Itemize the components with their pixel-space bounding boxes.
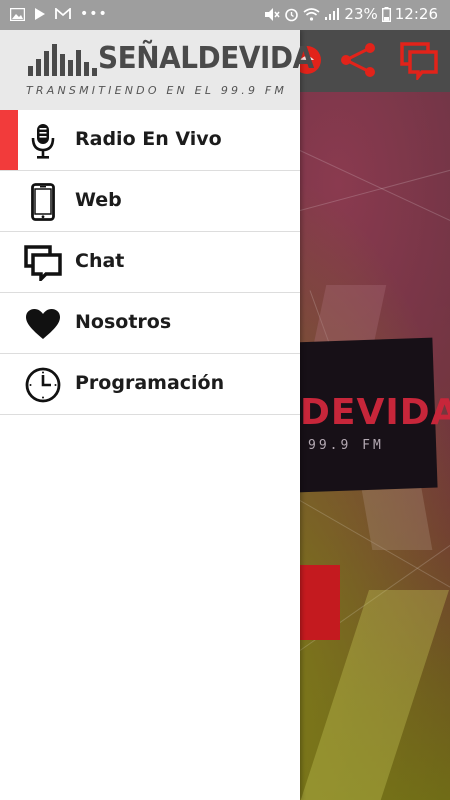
image-notification-icon (10, 7, 25, 21)
brand-tagline: TRANSMITIENDO EN EL 99.9 FM (26, 84, 288, 97)
menu-item-nosotros[interactable]: Nosotros (0, 293, 300, 354)
chat-icon[interactable] (400, 40, 440, 80)
alarm-icon (285, 8, 299, 21)
drawer-header: SEÑALDEVIDA TRANSMITIENDO EN EL 99.9 FM (0, 30, 314, 110)
play-notification-icon (35, 8, 45, 20)
menu-label: Radio En Vivo (75, 128, 222, 150)
clock-icon (24, 366, 62, 404)
signal-icon (325, 8, 340, 20)
share-icon[interactable] (338, 40, 378, 80)
brand-equalizer-logo (28, 44, 97, 76)
menu-label: Nosotros (75, 311, 172, 333)
status-bar: ••• 23% 12:26 (0, 0, 450, 30)
background-logo-subtitle: 99.9 FM (308, 438, 384, 453)
notification-icons: ••• (10, 6, 108, 22)
menu-item-web[interactable]: Web (0, 171, 300, 232)
menu-label: Programación (75, 372, 225, 394)
menu-item-programacion[interactable]: Programación (0, 354, 300, 415)
navigation-drawer: SEÑALDEVIDA TRANSMITIENDO EN EL 99.9 FM … (0, 30, 314, 800)
background-logo-text: DEVIDA (300, 392, 450, 433)
phone-icon (24, 183, 62, 221)
menu-label: Web (75, 189, 122, 211)
brand-name: SEÑALDEVIDA (98, 41, 314, 76)
menu-label: Chat (75, 250, 125, 272)
menu-item-chat[interactable]: Chat (0, 232, 300, 293)
chat-icon (24, 244, 62, 282)
more-notifications-icon: ••• (80, 6, 108, 22)
mute-icon (265, 7, 281, 21)
battery-icon (381, 6, 391, 22)
battery-level: 23% (344, 5, 378, 23)
drawer-menu: Radio En Vivo Web Chat Nosotros Programa… (0, 110, 300, 415)
clock-time: 12:26 (394, 5, 438, 23)
wifi-icon (303, 8, 320, 21)
gmail-notification-icon (55, 8, 71, 19)
heart-icon (24, 305, 62, 343)
menu-item-radio-en-vivo[interactable]: Radio En Vivo (0, 110, 300, 171)
system-status: 23% 12:26 (264, 5, 438, 23)
microphone-icon (24, 122, 62, 160)
